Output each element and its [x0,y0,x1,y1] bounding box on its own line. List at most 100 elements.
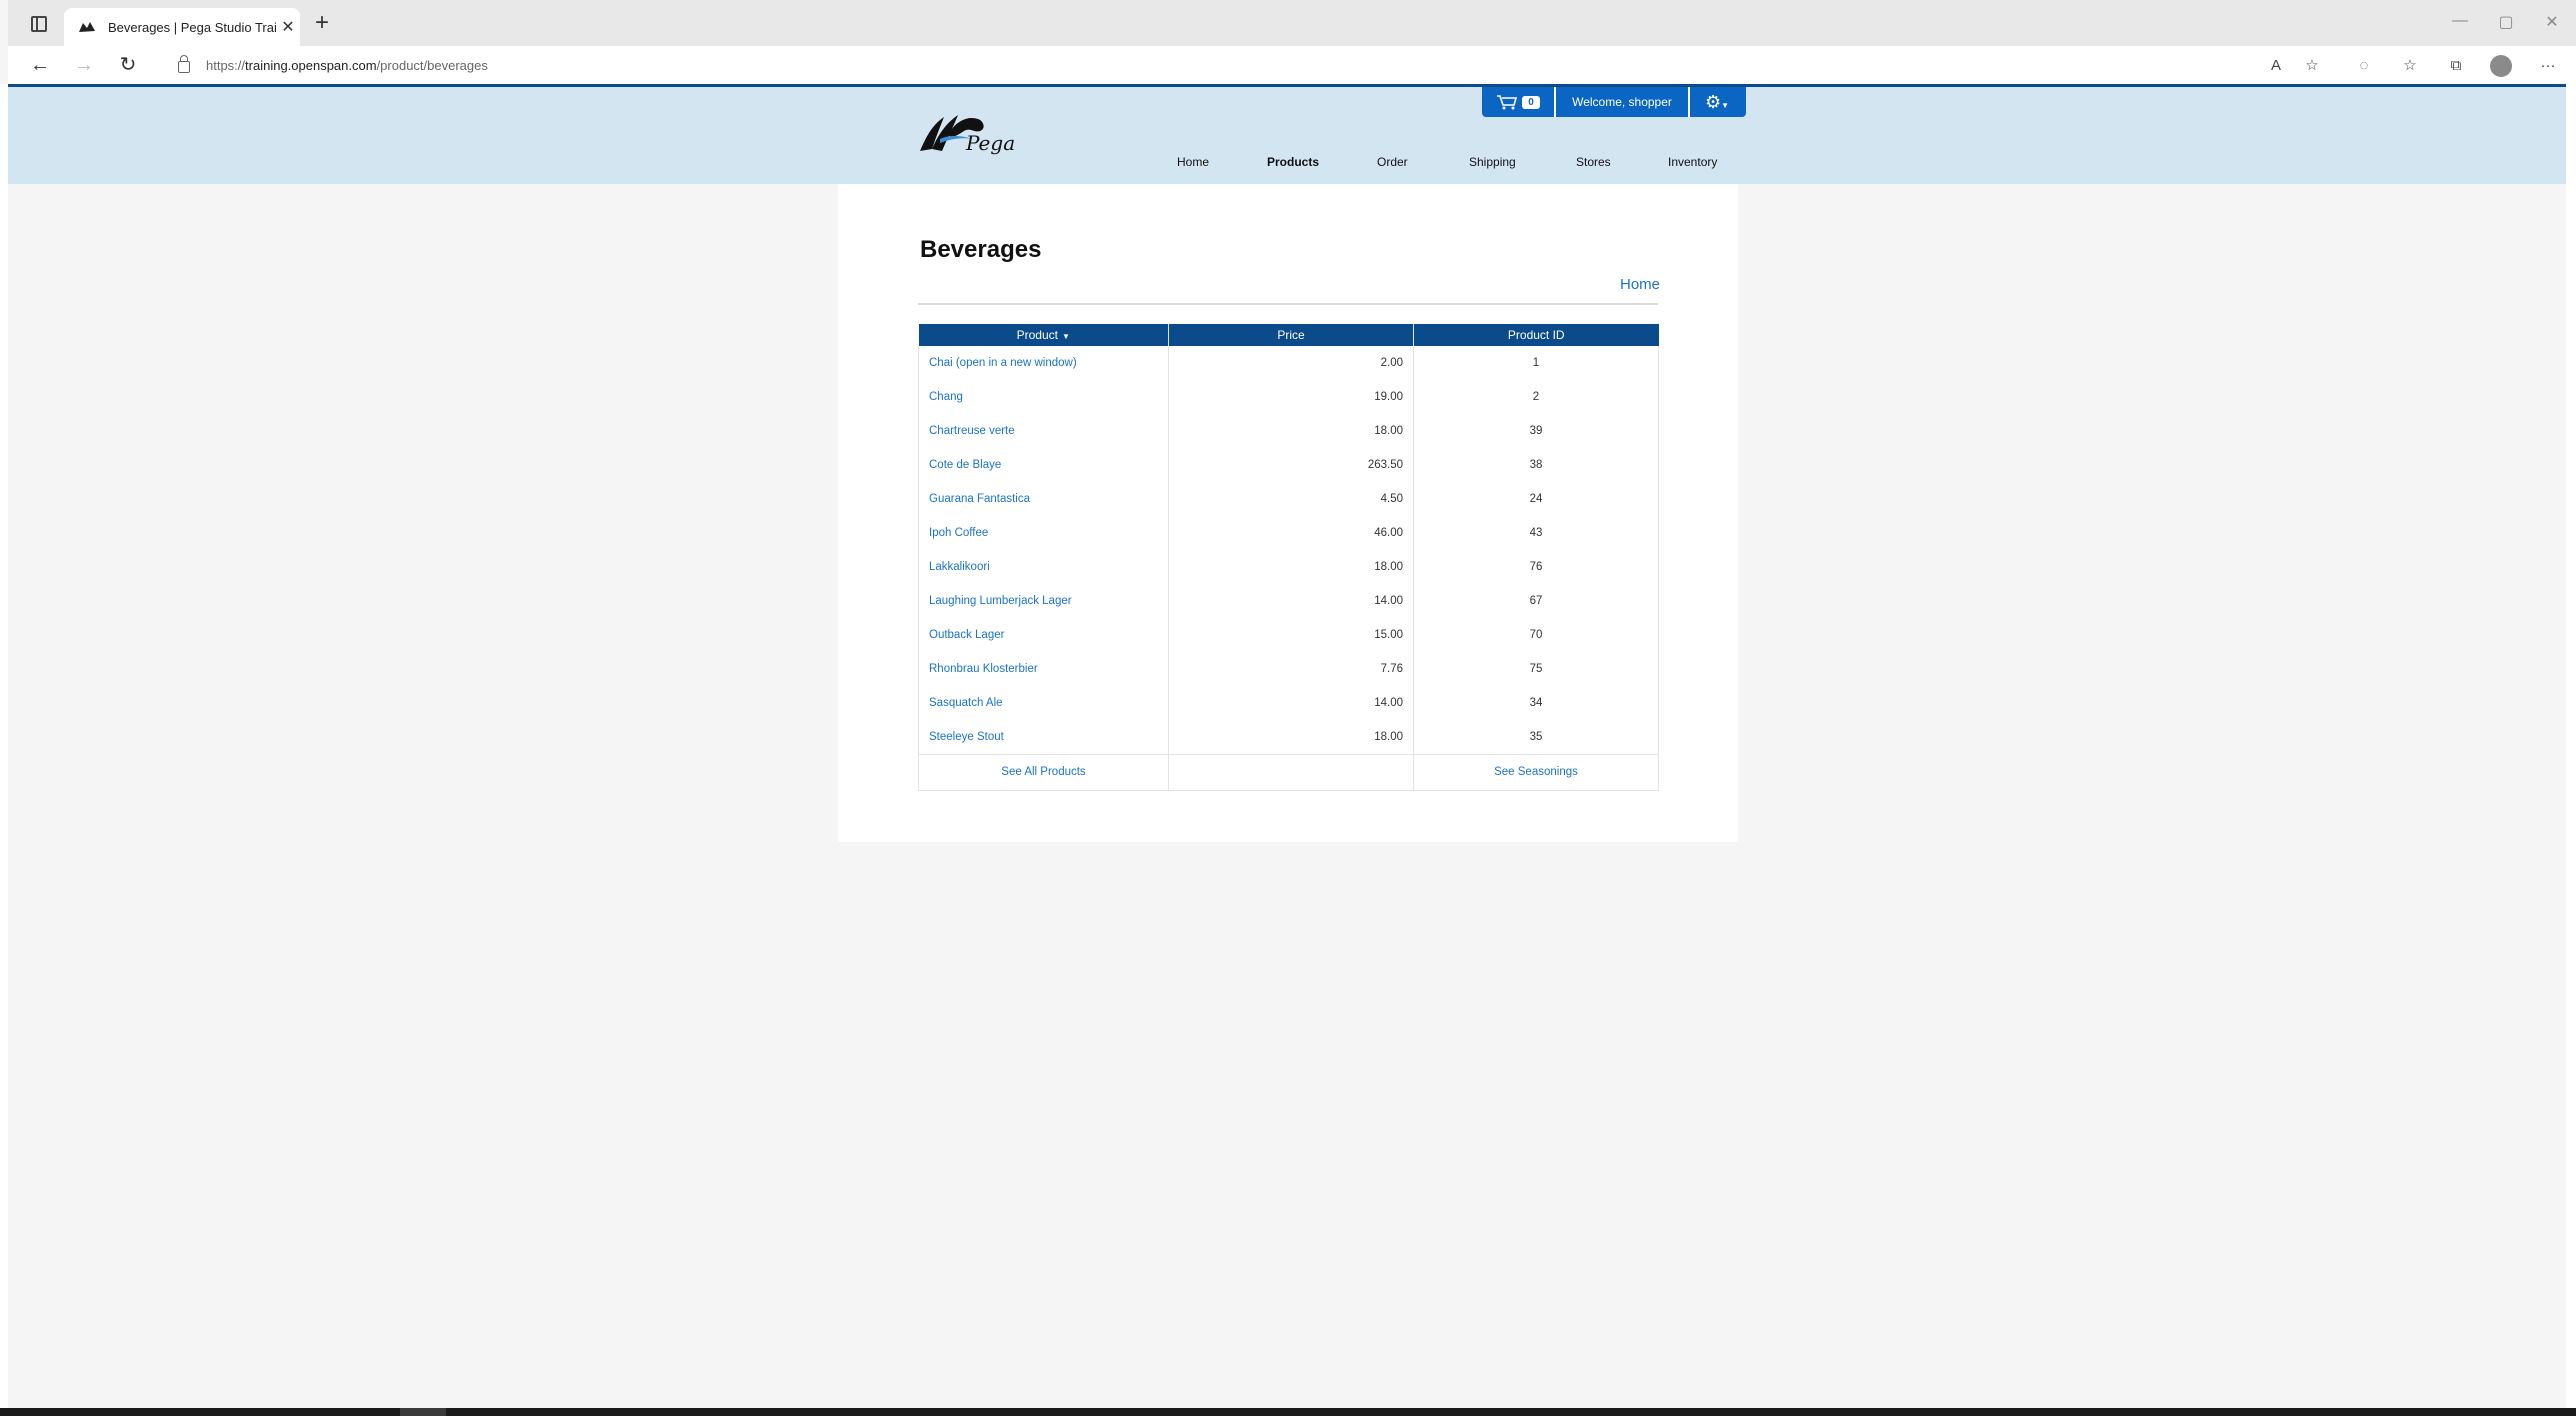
nav-order[interactable]: Order [1377,155,1408,169]
extensions-icon[interactable]: ◌ [2352,55,2376,77]
product-name-link[interactable]: Lakkalikoori [918,550,1169,584]
nav-home[interactable]: Home [1177,155,1209,169]
minimize-icon[interactable]: — [2440,12,2480,30]
product-id: 1 [1413,346,1659,380]
product-id: 24 [1413,482,1659,516]
product-id: 43 [1413,516,1659,550]
page-title: Beverages [920,236,1042,263]
favorite-add-icon[interactable]: ☆ [2300,55,2324,77]
back-icon[interactable]: ← [26,53,54,77]
product-id: 75 [1413,652,1659,686]
read-aloud-icon[interactable]: A [2264,55,2288,77]
product-price: 18.00 [1168,720,1414,754]
tab-actions-icon[interactable] [24,12,54,36]
table-row: Sasquatch Ale 14.00 34 [918,686,1659,720]
reload-icon[interactable]: ↻ [114,53,142,77]
gear-icon: ⚙ [1704,92,1722,112]
maximize-icon[interactable]: ▢ [2486,12,2526,32]
table-row: Laughing Lumberjack Lager 14.00 67 [918,584,1659,618]
table-footer-row: See All Products See Seasonings [918,753,1659,791]
close-window-icon[interactable]: ✕ [2532,12,2572,32]
product-name-link[interactable]: Steeleye Stout [918,720,1169,754]
product-name-link[interactable]: Rhonbrau Klosterbier [918,652,1169,686]
nav-products[interactable]: Products [1267,155,1319,169]
product-name-link[interactable]: Ipoh Coffee [918,516,1169,550]
product-id: 2 [1413,380,1659,414]
address-bar: ← → ↻ https://training.openspan.com/prod… [0,46,2576,84]
collections-icon[interactable]: ⧉ [2444,55,2468,77]
home-link[interactable]: Home [1620,276,1660,293]
new-tab-button[interactable]: + [308,10,336,38]
nav-stores[interactable]: Stores [1576,155,1611,169]
divider [918,303,1658,305]
close-tab-icon[interactable]: ✕ [276,17,300,37]
product-name-link[interactable]: Outback Lager [918,618,1169,652]
nav-shipping[interactable]: Shipping [1469,155,1516,169]
browser-tab-strip: Beverages | Pega Studio Training ✕ + — ▢… [0,0,2576,46]
content-card: Beverages Home Product ▼ Price Product ID… [838,184,1738,842]
tab-title: Beverages | Pega Studio Training [108,19,276,35]
shopping-cart-icon [1497,95,1518,110]
lock-icon [178,55,190,73]
footer-empty-cell [1168,753,1414,791]
site-header: Pega 0 Welcome, shopper ⚙▼ Home Products… [8,84,2566,184]
table-row: Chai (open in a new window) 2.00 1 [918,346,1659,380]
pega-favicon-icon [79,22,95,32]
url-scheme: https:// [206,57,246,73]
product-id: 35 [1413,720,1659,754]
products-table: Product ▼ Price Product ID Chai (open in … [918,324,1659,791]
table-row: Cote de Blaye 263.50 38 [918,448,1659,482]
table-header-row: Product ▼ Price Product ID [918,324,1659,346]
product-price: 7.76 [1168,652,1414,686]
url-path: /product/beverages [376,57,488,73]
table-row: Rhonbrau Klosterbier 7.76 75 [918,652,1659,686]
table-row: Outback Lager 15.00 70 [918,618,1659,652]
table-row: Steeleye Stout 18.00 35 [918,720,1659,754]
user-bar: 0 Welcome, shopper ⚙▼ [1482,87,1746,117]
pega-logo[interactable]: Pega [918,109,1028,159]
table-row: Guarana Fantastica 4.50 24 [918,482,1659,516]
more-menu-icon[interactable]: ··· [2536,55,2560,77]
product-price: 15.00 [1168,618,1414,652]
nav-inventory[interactable]: Inventory [1668,155,1717,169]
profile-avatar-icon[interactable] [2490,55,2512,77]
product-price: 263.50 [1168,448,1414,482]
product-name-link[interactable]: Chang [918,380,1169,414]
product-name-link[interactable]: Chai (open in a new window) [918,346,1169,380]
product-id: 34 [1413,686,1659,720]
table-row: Chartreuse verte 18.00 39 [918,414,1659,448]
product-id: 76 [1413,550,1659,584]
table-row: Chang 19.00 2 [918,380,1659,414]
table-row: Ipoh Coffee 46.00 43 [918,516,1659,550]
page-viewport: Pega 0 Welcome, shopper ⚙▼ Home Products… [0,84,2576,1408]
url-field[interactable]: https://training.openspan.com/product/be… [178,54,488,76]
sort-desc-icon: ▼ [1061,332,1070,341]
see-seasonings-link[interactable]: See Seasonings [1413,753,1659,791]
favorites-icon[interactable]: ☆ [2398,55,2422,77]
product-name-link[interactable]: Guarana Fantastica [918,482,1169,516]
column-header-product[interactable]: Product ▼ [918,324,1169,346]
product-name-link[interactable]: Chartreuse verte [918,414,1169,448]
see-all-products-link[interactable]: See All Products [918,753,1169,791]
product-price: 14.00 [1168,686,1414,720]
chevron-down-icon: ▼ [1721,101,1730,110]
product-name-link[interactable]: Laughing Lumberjack Lager [918,584,1169,618]
table-row: Lakkalikoori 18.00 76 [918,550,1659,584]
taskbar-item[interactable] [400,1408,446,1416]
forward-icon[interactable]: → [70,53,98,77]
product-price: 18.00 [1168,550,1414,584]
product-name-link[interactable]: Sasquatch Ale [918,686,1169,720]
browser-tab-active[interactable]: Beverages | Pega Studio Training ✕ [64,8,300,46]
cart-button[interactable]: 0 [1482,87,1556,117]
main-nav: Home Products Order Shipping Stores Inve… [8,155,2566,175]
url-host: training.openspan.com [245,57,377,73]
product-id: 70 [1413,618,1659,652]
product-name-link[interactable]: Cote de Blaye [918,448,1169,482]
taskbar [0,1408,2576,1416]
column-header-price[interactable]: Price [1168,324,1414,346]
settings-menu-button[interactable]: ⚙▼ [1690,87,1744,117]
column-header-product-id[interactable]: Product ID [1413,324,1659,346]
product-price: 2.00 [1168,346,1414,380]
product-price: 19.00 [1168,380,1414,414]
product-price: 46.00 [1168,516,1414,550]
